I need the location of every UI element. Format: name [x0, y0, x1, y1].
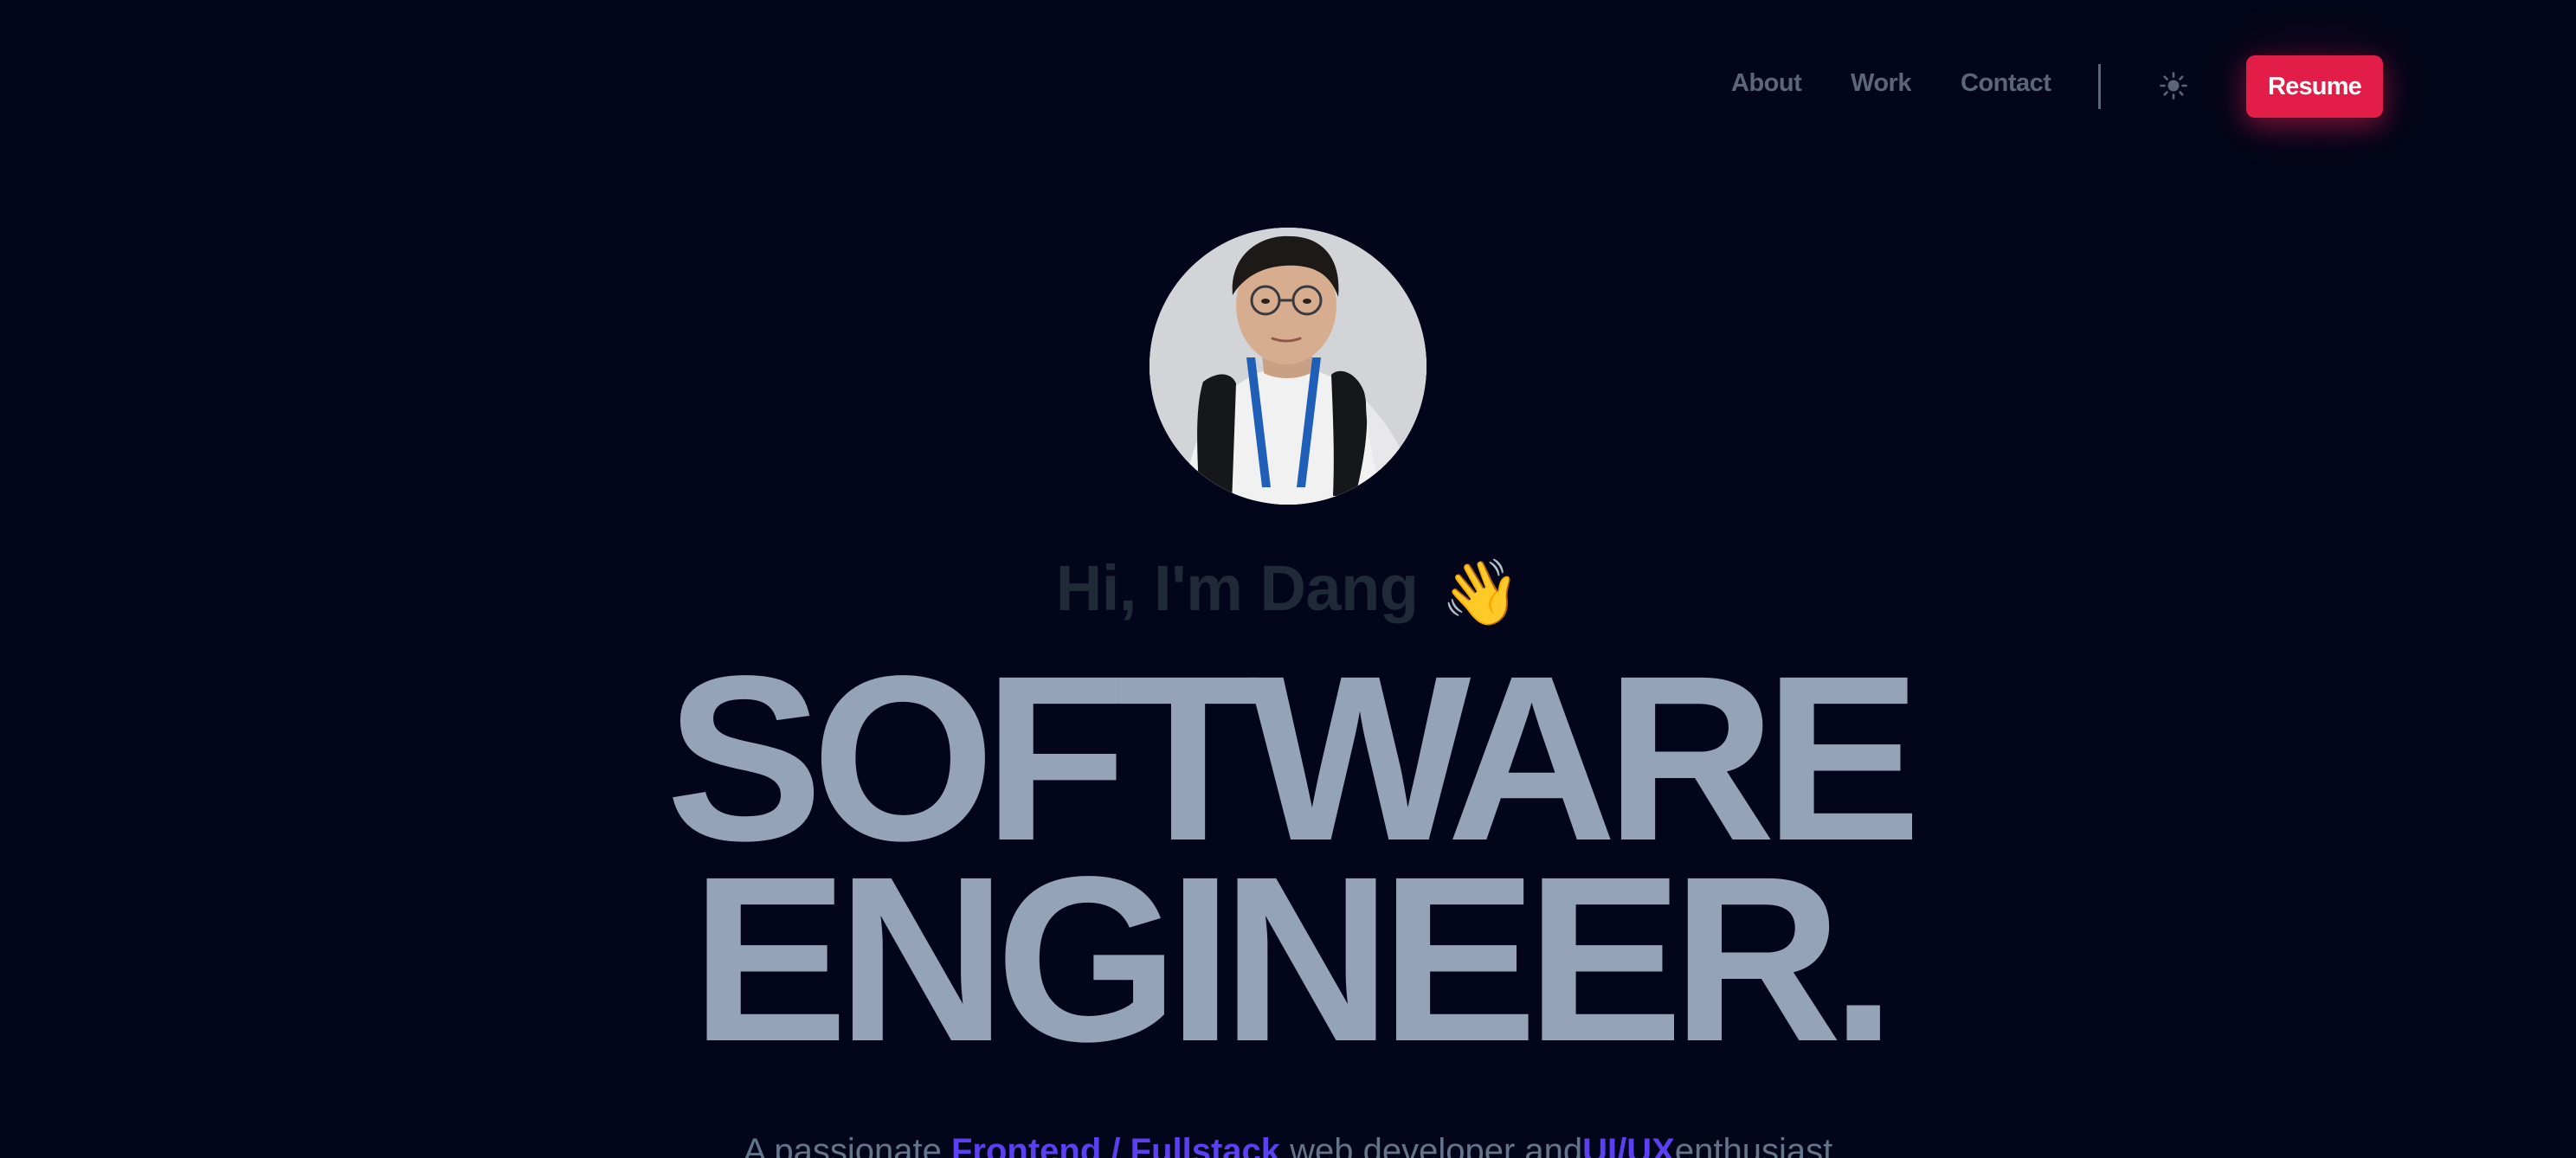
resume-button[interactable]: Resume [2246, 55, 2383, 118]
nav-link-work[interactable]: Work [1851, 69, 1911, 98]
nav-divider [2098, 64, 2101, 109]
tagline-part-3: enthusiast [1674, 1132, 1833, 1158]
tagline-highlight-uiux: UI/UX [1582, 1132, 1675, 1158]
portfolio-page: About Work Contact Resume Hi, I'm Dang 👋… [0, 0, 2576, 1158]
greeting-heading: Hi, I'm Dang 👋 [0, 550, 2576, 631]
headline: SOFTWARE ENGINEER. [0, 640, 2576, 1090]
profile-photo [1150, 228, 1426, 505]
greeting-text: Hi, I'm Dang [1055, 552, 1419, 624]
tagline: A passionate Frontend / Fullstack web de… [0, 1127, 2576, 1158]
tagline-part-1: A passionate [743, 1132, 951, 1158]
sun-icon [2160, 72, 2187, 100]
tagline-part-2: web developer and [1280, 1132, 1583, 1158]
tagline-highlight-frontend: Frontend / Fullstack [950, 1132, 1281, 1158]
nav-link-contact[interactable]: Contact [1961, 69, 2051, 98]
waving-hand-icon: 👋 [1440, 556, 1521, 629]
headline-line-2: ENGINEER. [691, 827, 1896, 1090]
avatar [1150, 228, 1426, 505]
theme-toggle-button[interactable] [2155, 68, 2192, 104]
nav-link-about[interactable]: About [1731, 69, 1802, 98]
